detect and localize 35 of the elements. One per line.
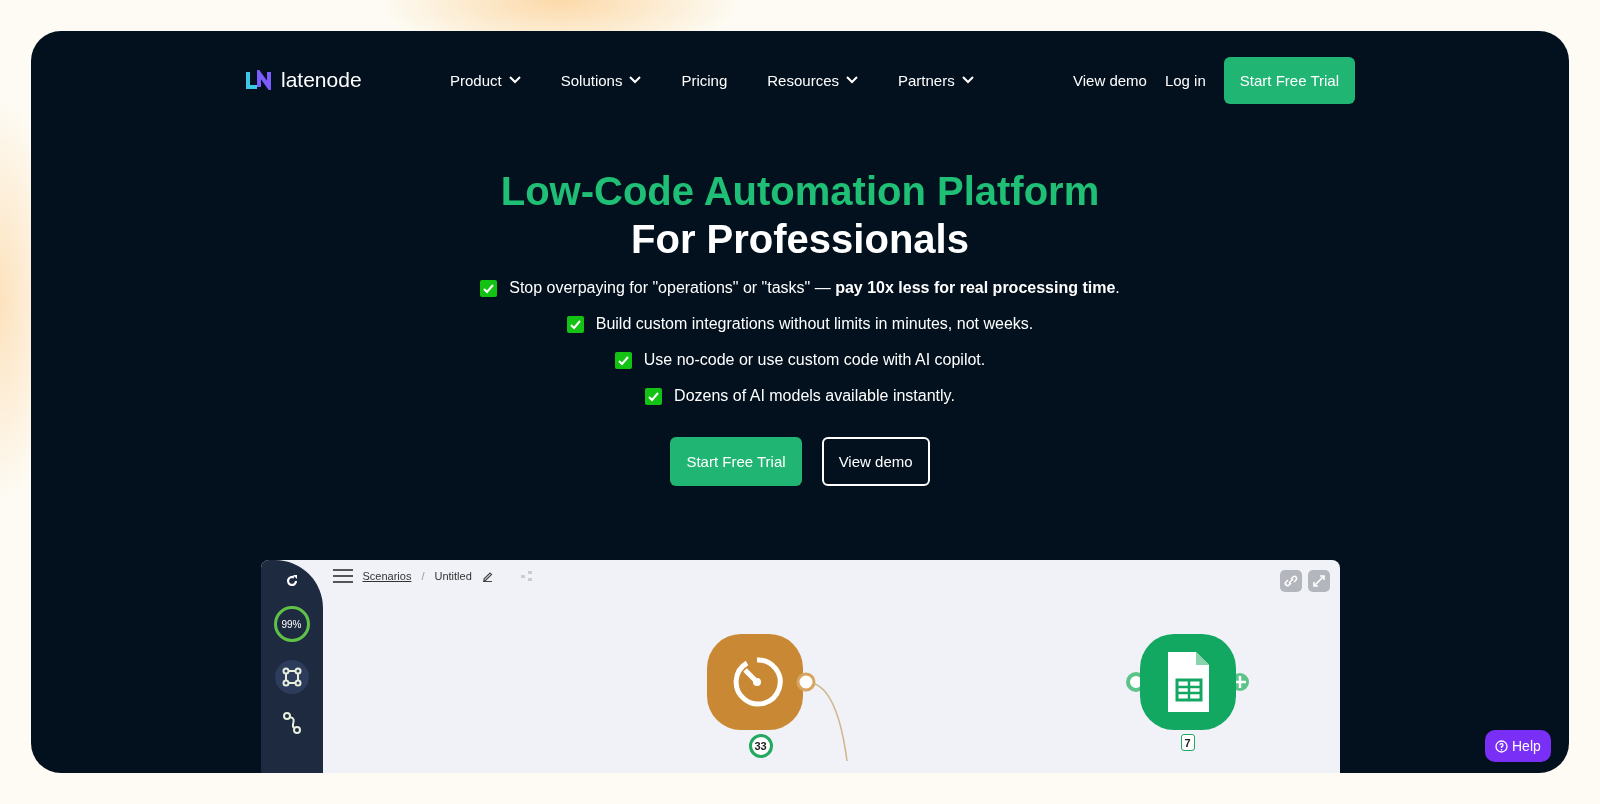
view-demo-button[interactable]: View demo (821, 437, 930, 486)
spreadsheet-node-icon[interactable] (1125, 632, 1250, 732)
nav-link[interactable]: Product (450, 71, 521, 89)
checkmark-icon (480, 279, 498, 297)
route-icon[interactable] (281, 712, 302, 734)
checkmark-icon (645, 387, 663, 405)
logo-text: latenode (281, 68, 362, 92)
nav-link[interactable]: View demo (1073, 71, 1147, 89)
timer-node-icon[interactable] (704, 632, 817, 732)
feature-text: Dozens of AI models available instantly. (674, 387, 955, 405)
feature-text: Use no-code or use custom code with AI copilot. (643, 351, 986, 369)
subheadline: For Professionals (630, 216, 970, 263)
refresh-icon[interactable] (284, 574, 299, 588)
headline: Low-Code Automation Platform (500, 168, 1100, 215)
breadcrumb-separator: / (421, 570, 425, 582)
nav-link[interactable]: Log in (1164, 71, 1206, 89)
logo-icon (245, 70, 273, 90)
scenario-name: Untitled (434, 570, 472, 582)
count-badge: 7 (1180, 734, 1195, 751)
usage-ring: 99% (273, 606, 310, 642)
nodes-icon[interactable] (274, 660, 309, 694)
checkmark-icon (566, 315, 584, 333)
menu-icon[interactable] (332, 569, 353, 583)
count-badge: 33 (748, 734, 773, 758)
nav-link[interactable]: Resources (767, 71, 858, 89)
feature-text: Build custom integrations without limits in minutes, not weeks. (595, 315, 1034, 333)
breadcrumb-link[interactable]: Scenarios (362, 570, 412, 582)
pencil-icon[interactable] (481, 570, 493, 582)
help-icon (1495, 739, 1508, 753)
nav-link[interactable]: Partners (898, 71, 974, 89)
help-button[interactable]: Help (1485, 730, 1551, 762)
nav-link[interactable]: Pricing (681, 71, 728, 89)
feature-text: Stop overpaying for "operations" or "tasks" — pay 10x less for real processing time. (509, 279, 1120, 297)
checkmark-icon (614, 351, 632, 369)
nav-link[interactable]: Solutions (560, 71, 642, 89)
